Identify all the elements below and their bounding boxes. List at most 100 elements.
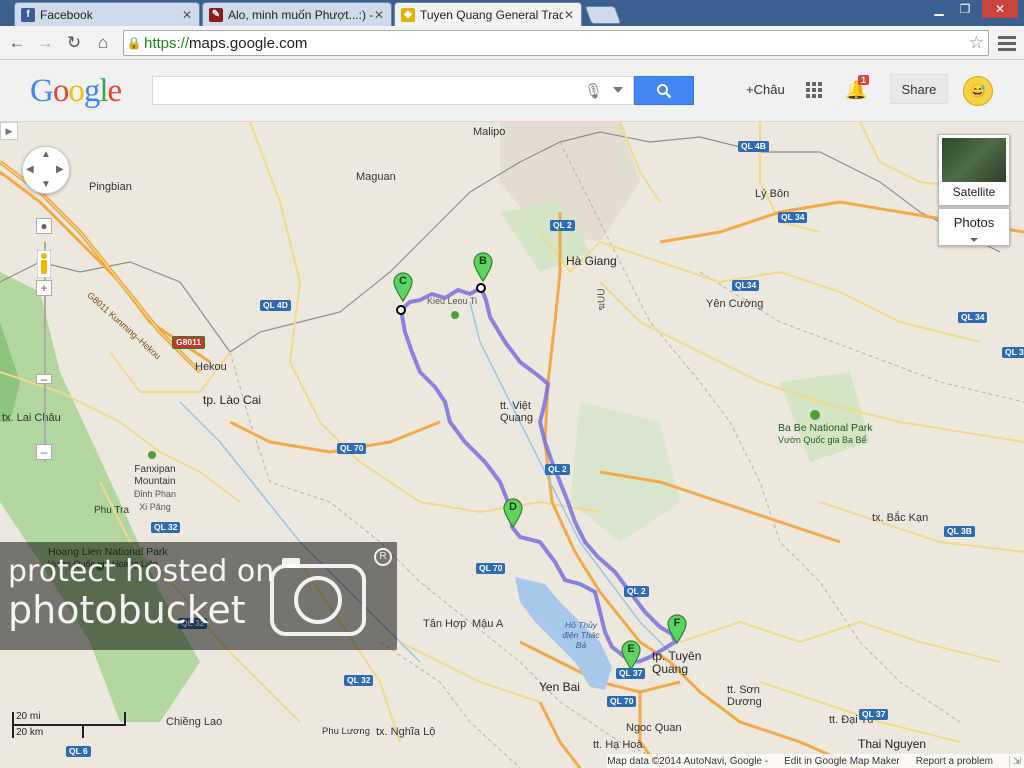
reload-icon[interactable]: ↻ [63,32,85,54]
scale-bar-km: 20 km [12,726,84,738]
map-canvas[interactable]: Malipo Pingbian Maguan Lý Bôn Hà Giang Y… [0,122,1024,768]
close-tab-icon[interactable]: ✕ [181,8,193,22]
edit-in-map-maker-link[interactable]: Edit in Google Map Maker [784,756,900,767]
place-label: Chiềng Lao [166,716,223,728]
tab-strip: f Facebook ✕ ✎ Alo, minh muốn Phượt...:)… [0,0,1024,26]
maps-search-input[interactable]: 🎙 [152,76,634,105]
place-label: Tân Hợp [423,618,467,630]
restore-icon[interactable]: ❐ [952,0,978,18]
road-shield: QL 32 [344,675,374,686]
facebook-favicon-icon: f [21,7,35,22]
map-scale: 20 mi 20 km [12,711,132,740]
browser-toolbar: ← → ↻ ⌂ 🔒 https:// maps.google.com ☆ [0,26,1024,60]
map-base-layer [0,122,1024,768]
satellite-label: Satellite [952,185,996,199]
scale-bar-miles: 20 mi [12,711,126,726]
route-marker-c[interactable]: C [393,272,413,302]
lake-label: Hồ Thủy điện Thác Bà [562,620,600,650]
place-label: tx. Bắc Kạn [872,512,929,524]
camera-icon [270,558,366,636]
place-label: tt. Việt Quang [500,400,534,424]
route-marker-e[interactable]: E [621,640,641,670]
route-marker-d[interactable]: D [503,498,523,528]
url-host: maps.google.com [189,34,308,52]
forward-arrow-icon[interactable]: → [34,32,56,54]
map-footer: Map data ©2014 AutoNavi, Google - Edit i… [607,754,1024,768]
notification-count-badge[interactable]: 1 [858,75,870,85]
logo-letter: e [107,73,123,109]
pan-down-icon[interactable]: ▼ [41,179,51,190]
road-shield: QL 2 [550,220,575,231]
fanxipan-sub-label: Đỉnh Phan Xi Păng [133,489,177,512]
road-shield: QL 37 [859,709,889,720]
zoom-slider-handle[interactable]: – [36,372,52,386]
bookmark-star-icon[interactable]: ☆ [969,33,984,53]
zoom-in-button[interactable]: + [36,280,52,296]
report-problem-link[interactable]: Report a problem [916,756,993,767]
chevron-down-icon [970,238,978,242]
road-shield: QL 4D [260,300,291,311]
chevron-down-icon[interactable] [613,87,623,93]
logo-letter: G [30,73,54,109]
logo-letter: g [83,73,100,109]
place-label: tp. Lào Cai [203,393,262,407]
apps-grid-icon[interactable] [806,82,822,98]
rotate-reset-icon[interactable]: ● [36,218,52,234]
road-shield: QL 70 [337,443,367,454]
close-tab-icon[interactable]: ✕ [563,8,575,22]
chrome-menu-icon[interactable] [998,34,1016,52]
marker-label: E [627,643,635,655]
minimize-icon[interactable]: ▁ [926,0,952,18]
road-shield: QL 2 [624,586,649,597]
road-shield: QL 34 [958,312,988,323]
logo-letter: o [68,73,84,109]
zoom-out-button[interactable]: – [36,444,52,460]
address-bar[interactable]: 🔒 https:// maps.google.com ☆ [123,30,989,56]
home-icon[interactable]: ⌂ [92,32,114,54]
search-button[interactable] [634,76,694,105]
ba-be-label: Ba Be National Park [778,422,873,434]
road-shield: G8011 [172,336,206,349]
share-button[interactable]: Share [890,74,948,104]
avatar[interactable]: 😅 [963,76,993,106]
place-label: Phu Lương [322,726,370,737]
place-label: Pingbian [89,181,132,193]
tab-google-maps[interactable]: ◆ Tuyen Quang General Tradin ✕ [394,2,582,26]
mic-icon[interactable]: 🎙 [584,82,603,100]
scale-miles-label: 20 mi [16,711,41,722]
road-shield: QL34 [732,280,760,291]
place-label: tt. Hạ Hoà [593,739,643,751]
photobucket-watermark: protect hosted on photobucket R [0,542,397,650]
pan-right-icon[interactable]: ▶ [56,164,64,175]
pan-up-icon[interactable]: ▲ [41,149,51,160]
route-marker-b[interactable]: B [473,252,493,282]
back-arrow-icon[interactable]: ← [6,32,28,54]
satellite-thumbnail [942,138,1006,182]
place-label: Maguan [356,171,396,183]
photos-button[interactable]: Photos [938,208,1010,246]
google-logo[interactable]: Google [30,73,123,110]
new-tab-button[interactable] [584,6,622,24]
logo-letter: o [52,73,69,109]
pan-left-icon[interactable]: ◀ [26,164,34,175]
url-scheme: https:// [144,34,190,52]
google-plus-user-link[interactable]: +Châu [746,82,785,97]
marker-label: F [673,617,681,629]
road-shield: QL 3 [1002,347,1024,358]
place-label: Malipo [473,126,506,138]
street-view-pegman-icon[interactable] [36,249,52,279]
route-marker-f[interactable]: F [667,614,687,644]
side-panel-toggle-icon[interactable]: ▶ [0,122,18,140]
road-shield: QL 3B [944,526,975,537]
pan-control[interactable]: ▲ ▼ ◀ ▶ [22,146,70,194]
google-header: Google 🎙 +Châu 🔔 1 Share 😅 [0,60,1024,122]
close-tab-icon[interactable]: ✕ [373,8,385,22]
marker-label: D [509,501,517,513]
tab-phuot-forum[interactable]: ✎ Alo, minh muốn Phượt...:) - 5 ✕ [202,2,392,26]
resize-corner-icon[interactable]: ⇲ [1009,755,1024,767]
close-window-icon[interactable]: ✕ [982,0,1018,18]
marker-label: C [399,275,407,287]
tab-facebook[interactable]: f Facebook ✕ [14,2,200,26]
lock-icon: 🔒 [126,36,142,50]
satellite-layer-button[interactable]: Satellite [938,134,1010,206]
